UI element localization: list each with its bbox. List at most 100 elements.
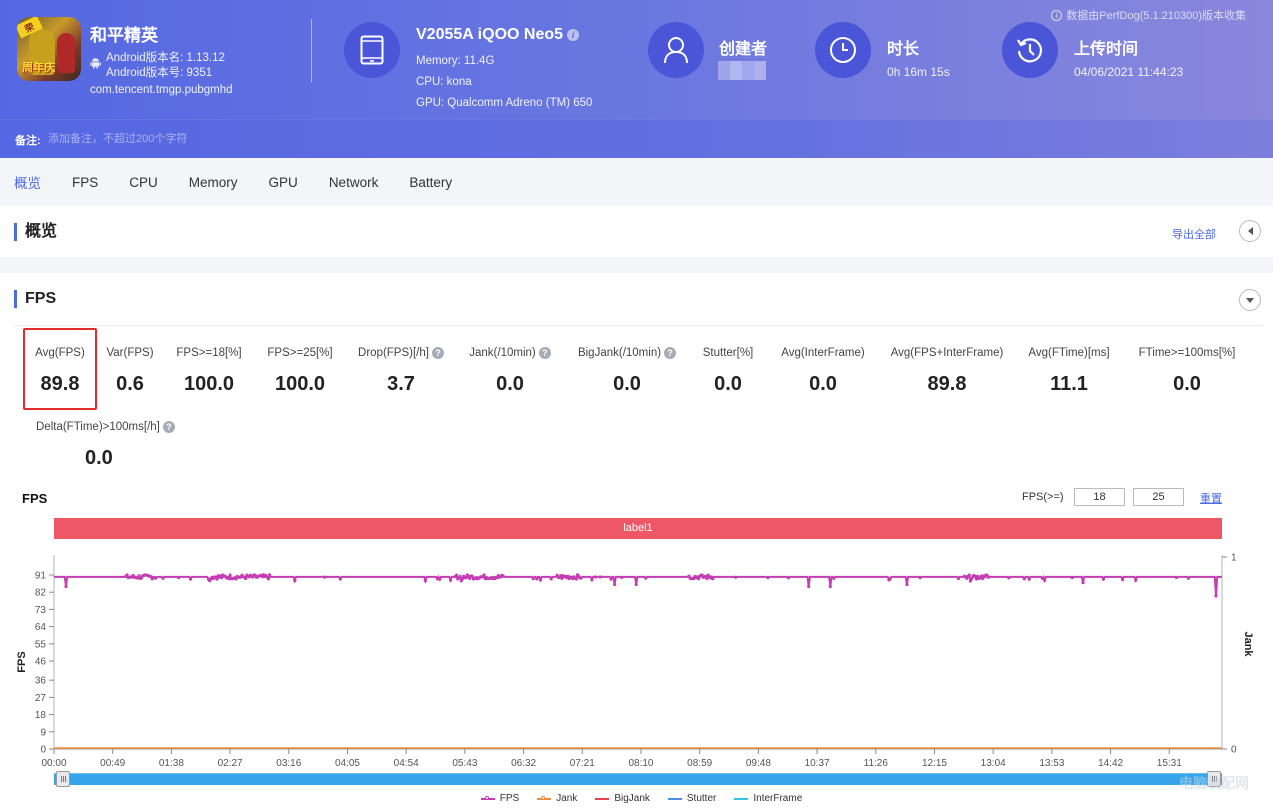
fps-threshold-1-input[interactable] xyxy=(1074,488,1125,506)
series-fps-point xyxy=(482,573,486,577)
series-fps-point xyxy=(1120,577,1125,582)
x-tick-label: 04:54 xyxy=(394,758,419,769)
fps-chart[interactable]: 0 9 18 27 36 46 55 64 73 82 91 0 1 FPS Jank 00:00 00:49 0… xyxy=(0,540,1273,770)
series-fps-point xyxy=(423,579,427,583)
series-fps-point xyxy=(531,577,535,581)
legend-item-bigjank[interactable]: BigJank xyxy=(595,793,650,804)
device-info-icon[interactable]: i xyxy=(567,29,580,41)
app-icon: 荣 周年庆 xyxy=(17,17,81,81)
metric-label-text: Avg(InterFrame) xyxy=(781,347,865,359)
x-tick-label: 02:27 xyxy=(218,758,243,769)
series-fps-point xyxy=(1022,577,1026,581)
legend-item-jank[interactable]: Jank xyxy=(537,793,577,804)
tab-memory[interactable]: Memory xyxy=(189,175,238,190)
x-tick-label: 13:04 xyxy=(981,758,1006,769)
tab-overview[interactable]: 概览 xyxy=(14,172,41,192)
series-fps-point xyxy=(609,577,613,581)
section-divider xyxy=(14,325,1263,326)
series-fps-point xyxy=(538,578,542,582)
metric-value: 0.0 xyxy=(85,447,113,469)
series-fps-point xyxy=(1007,576,1011,580)
metric-value: 0.0 xyxy=(1173,373,1201,395)
tab-bar: 概览 FPS CPU Memory GPU Network Battery xyxy=(0,158,1273,206)
caret-down-icon xyxy=(1246,297,1254,303)
upload-title: 上传时间 xyxy=(1074,41,1139,58)
upload-icon-circle xyxy=(1002,22,1058,78)
x-tick-label: 11:26 xyxy=(864,758,889,769)
chart-title: FPS xyxy=(22,491,48,506)
device-model: V2055A iQOO Neo5 xyxy=(416,26,564,43)
slider-handle-left[interactable] xyxy=(56,771,70,787)
series-fps-point xyxy=(454,573,459,577)
fps-threshold-label: FPS(>=) xyxy=(1022,491,1064,503)
legend-swatch xyxy=(734,797,749,800)
x-tick-label: 03:16 xyxy=(276,758,301,769)
y-tick-label: 9 xyxy=(40,727,46,738)
series-fps-point xyxy=(711,577,715,581)
series-fps-point xyxy=(613,582,617,587)
collapse-side-button[interactable] xyxy=(1239,220,1261,242)
metric-label-text: Avg(FPS+InterFrame) xyxy=(890,347,1004,359)
series-fps-point xyxy=(549,577,553,581)
y-tick-label: 91 xyxy=(35,571,47,582)
series-fps-point xyxy=(501,574,505,578)
remark-input[interactable] xyxy=(48,128,448,150)
history-icon xyxy=(1017,38,1043,63)
device-icon-circle xyxy=(344,22,400,78)
metric-label: Jank(/10min)? xyxy=(469,347,551,359)
reset-link[interactable]: 重置 xyxy=(1200,490,1222,506)
legend-swatch xyxy=(667,797,682,800)
fps-threshold-2-input[interactable] xyxy=(1133,488,1184,506)
device-gpu: GPU: Qualcomm Adreno (TM) 650 xyxy=(416,97,593,109)
metric-label-text: Avg(FTime)[ms] xyxy=(1028,347,1110,359)
tab-battery[interactable]: Battery xyxy=(409,175,452,190)
series-fps-point xyxy=(598,575,602,579)
y-tick-label: 73 xyxy=(35,605,47,616)
tab-network[interactable]: Network xyxy=(329,175,379,190)
tab-fps[interactable]: FPS xyxy=(72,175,98,190)
tab-gpu[interactable]: GPU xyxy=(269,175,298,190)
device-title: V2055A iQOO Neo5 i xyxy=(416,26,580,44)
caret-left-icon xyxy=(1247,227,1253,235)
series-fps-point xyxy=(1214,594,1218,598)
android-version-name: Android版本名: 1.13.12 xyxy=(106,52,225,64)
legend-item-stutter[interactable]: Stutter xyxy=(667,793,716,804)
help-icon[interactable]: ? xyxy=(162,421,175,433)
label-band[interactable]: label1 xyxy=(54,518,1222,539)
metric-label: Avg(InterFrame) xyxy=(781,347,865,359)
x-tick-label: 09:48 xyxy=(746,758,771,769)
series-fps-point xyxy=(888,577,892,581)
creator-name-blurred xyxy=(718,61,766,80)
tab-cpu[interactable]: CPU xyxy=(129,175,158,190)
series-fps-point xyxy=(244,576,248,581)
metric-label: FTime>=100ms[%] xyxy=(1139,347,1236,359)
device-memory: Memory: 11.4G xyxy=(416,55,495,67)
y-tick-label: 82 xyxy=(35,588,47,599)
x-tick-label: 10:37 xyxy=(805,758,830,769)
grip-icon xyxy=(60,776,66,782)
legend-label: Jank xyxy=(556,793,578,804)
legend-item-fps[interactable]: FPS xyxy=(480,793,519,804)
series-fps-point xyxy=(154,576,158,580)
user-icon xyxy=(664,37,688,64)
legend-swatch xyxy=(595,797,610,800)
y2-axis-label: Jank xyxy=(1242,631,1254,657)
y-tick-label: 55 xyxy=(35,639,47,650)
series-fps-point xyxy=(828,584,832,589)
series-fps-point xyxy=(766,576,770,580)
x-tick-label: 04:05 xyxy=(335,758,360,769)
legend-item-interframe[interactable]: InterFrame xyxy=(734,793,802,804)
x-tick-label: 00:00 xyxy=(41,758,66,769)
collapse-fps-button[interactable] xyxy=(1239,289,1261,311)
time-range-slider[interactable] xyxy=(54,773,1222,785)
x-tick-label: 07:21 xyxy=(570,758,595,769)
series-fps-point xyxy=(188,577,193,581)
series-fps-point xyxy=(1101,577,1106,581)
metric-label-text: FTime>=100ms[%] xyxy=(1138,347,1236,359)
legend-swatch xyxy=(480,795,495,800)
collector-note: i 数据由PerfDog(5.1.210300)版本收集 xyxy=(1051,7,1246,23)
y-tick-label: 18 xyxy=(35,710,47,721)
export-all-link[interactable]: 导出全部 xyxy=(1172,226,1216,242)
series-fps-point xyxy=(268,573,272,577)
app-icon-figure xyxy=(57,33,75,73)
